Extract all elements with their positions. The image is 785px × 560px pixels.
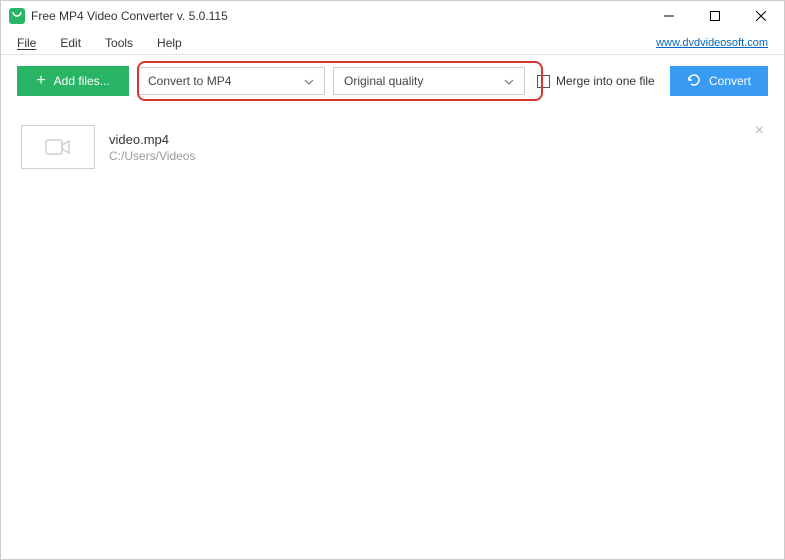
menu-tools[interactable]: Tools — [93, 36, 145, 50]
convert-label: Convert — [709, 74, 751, 88]
menu-file[interactable]: File — [11, 36, 48, 50]
chevron-down-icon — [304, 74, 314, 88]
merge-label: Merge into one file — [556, 74, 655, 88]
file-row[interactable]: video.mp4 C:/Users/Videos × — [17, 117, 768, 177]
app-window: Free MP4 Video Converter v. 5.0.115 File… — [0, 0, 785, 560]
quality-dropdown[interactable]: Original quality — [333, 67, 525, 95]
add-files-label: Add files... — [54, 74, 110, 88]
add-files-button[interactable]: + Add files... — [17, 66, 129, 96]
convert-button[interactable]: Convert — [670, 66, 768, 96]
window-title: Free MP4 Video Converter v. 5.0.115 — [31, 9, 228, 23]
format-dropdown-value: Convert to MP4 — [148, 74, 231, 88]
video-icon — [45, 137, 71, 157]
remove-file-button[interactable]: × — [755, 123, 764, 139]
refresh-icon — [687, 73, 701, 90]
merge-checkbox[interactable] — [537, 75, 550, 88]
toolbar: + Add files... Convert to MP4 Original q… — [1, 55, 784, 107]
maximize-button[interactable] — [692, 1, 738, 31]
video-thumbnail — [21, 125, 95, 169]
app-icon — [9, 8, 25, 24]
menu-edit[interactable]: Edit — [48, 36, 93, 50]
close-button[interactable] — [738, 1, 784, 31]
website-link[interactable]: www.dvdvideosoft.com — [656, 37, 774, 49]
chevron-down-icon — [504, 74, 514, 88]
titlebar: Free MP4 Video Converter v. 5.0.115 — [1, 1, 784, 31]
file-list: video.mp4 C:/Users/Videos × — [1, 107, 784, 559]
minimize-button[interactable] — [646, 1, 692, 31]
plus-icon: + — [36, 73, 45, 89]
format-dropdown[interactable]: Convert to MP4 — [137, 67, 325, 95]
file-info: video.mp4 C:/Users/Videos — [109, 132, 195, 163]
window-controls — [646, 1, 784, 31]
menubar: File Edit Tools Help www.dvdvideosoft.co… — [1, 31, 784, 55]
merge-checkbox-wrap[interactable]: Merge into one file — [537, 74, 655, 88]
quality-dropdown-value: Original quality — [344, 74, 423, 88]
menu-help[interactable]: Help — [145, 36, 194, 50]
file-path: C:/Users/Videos — [109, 149, 195, 163]
file-name: video.mp4 — [109, 132, 195, 147]
